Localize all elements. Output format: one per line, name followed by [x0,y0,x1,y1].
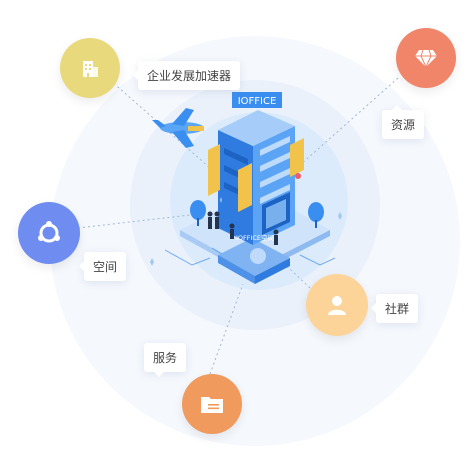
node-enterprise[interactable] [60,38,120,98]
label-resources: 资源 [382,105,425,139]
label-enterprise: 企业发展加速器 [132,61,241,90]
base-label: IOFFICE空间 [236,233,274,242]
node-resources[interactable] [396,28,456,88]
airplane-icon [152,108,204,148]
label-service: 服务 [144,343,187,377]
building-icon [79,57,101,79]
banner-left [208,144,220,196]
folder-icon [200,394,224,414]
node-service[interactable] [182,374,242,434]
node-space[interactable] [18,202,80,264]
user-icon [325,293,349,317]
diamond-icon [414,48,438,68]
building-sign-text: IOFFICE [238,96,277,107]
ecosystem-diagram: IOFFICE IOFFICE空间 企业发展加速器 资源 空间 社群 服务 [0,0,476,475]
network-icon [35,219,63,247]
label-community: 社群 [370,294,419,323]
banner-center [238,163,252,212]
node-community[interactable] [306,274,368,336]
label-space: 空间 [78,252,127,281]
